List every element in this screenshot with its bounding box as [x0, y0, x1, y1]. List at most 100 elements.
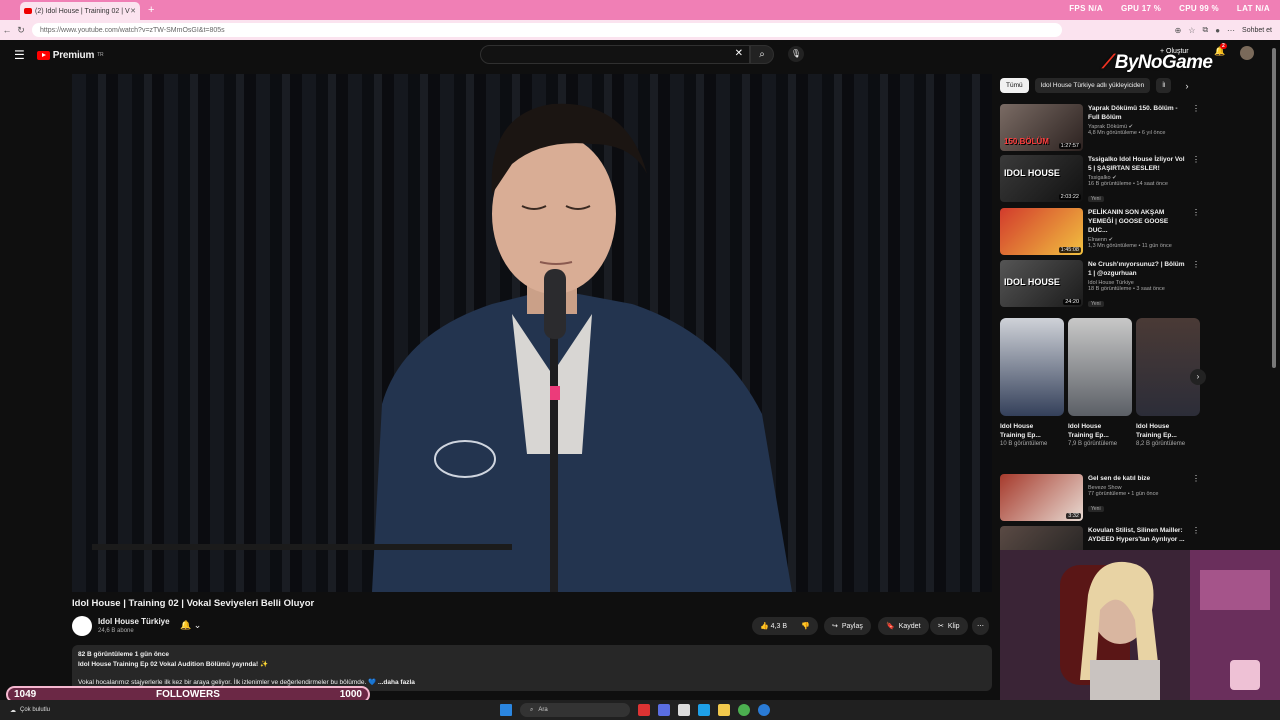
short-views: 8,2 B görüntüleme — [1136, 441, 1186, 447]
related-video[interactable]: 1:45:08 PELİKANIN SON AKŞAM YEMEĞİ | GOO… — [1000, 208, 1200, 255]
video-title: Idol House | Training 02 | Vokal Seviyel… — [72, 598, 315, 609]
related-title: Gel sen de katıl bize — [1088, 475, 1151, 482]
new-tab-button[interactable]: + — [148, 4, 154, 16]
performance-overlay: FPS N/A GPU 17 % CPU 99 % LAT N/A — [1069, 4, 1270, 13]
url-field[interactable]: https://www.youtube.com/watch?v=zTW-SMmO… — [32, 23, 1062, 37]
chip-from-uploader[interactable]: Idol House Türkiye adlı yükleyiciden — [1034, 78, 1151, 93]
description-meta: 82 B görüntüleme 1 gün önce — [78, 651, 170, 658]
video-thumbnail: IDOL HOUSE 24:20 — [1000, 260, 1083, 307]
short-meta: Idol House Training Ep... 10 B görüntüle… — [1000, 422, 1056, 449]
new-badge: Yeni — [1088, 196, 1104, 202]
thumbnail-text: IDOL HOUSE — [1004, 277, 1060, 287]
hamburger-menu-icon[interactable]: ☰ — [14, 48, 25, 62]
close-tab-icon[interactable]: ✕ — [130, 7, 136, 15]
account-avatar[interactable] — [1240, 46, 1254, 60]
shorts-shelf — [1000, 318, 1200, 416]
browser-tab[interactable]: (2) Idol House | Training 02 | V ✕ — [20, 2, 140, 20]
windows-start-icon[interactable] — [500, 704, 512, 716]
voice-search-button[interactable]: 🎙 — [788, 46, 804, 62]
more-vertical-icon[interactable]: ⋮ — [1192, 155, 1200, 164]
duration-badge: 1:45:08 — [1058, 247, 1081, 253]
edge-icon[interactable] — [698, 704, 710, 716]
description-line-1: Idol House Training Ep 02 Vokal Audition… — [78, 660, 269, 668]
refresh-icon[interactable]: ↻ — [14, 25, 28, 36]
weather-widget[interactable]: ☁ Çok bulutlu — [10, 707, 50, 714]
filter-chips: Tümü Idol House Türkiye adlı yükleyicide… — [1000, 78, 1188, 93]
short-thumbnail[interactable] — [1068, 318, 1132, 416]
browser-tab-bar: (2) Idol House | Training 02 | V ✕ + FPS… — [0, 0, 1280, 20]
short-title[interactable]: Idol House Training Ep... — [1136, 422, 1192, 440]
save-label: Kaydet — [898, 622, 921, 630]
short-thumbnail[interactable] — [1000, 318, 1064, 416]
extensions-icon[interactable]: ⧉ — [1202, 25, 1208, 35]
thumbs-up-icon: 👍 — [760, 623, 769, 630]
more-vertical-icon[interactable]: ⋮ — [1192, 526, 1200, 535]
folder-icon[interactable] — [718, 704, 730, 716]
youtube-logo[interactable]: Premium TR — [36, 50, 104, 61]
star-icon[interactable]: ☆ — [1188, 26, 1195, 35]
chip-related[interactable]: İl — [1156, 78, 1172, 93]
search-button[interactable]: ⌕ — [750, 45, 774, 64]
chevron-down-icon: ⌄ — [193, 620, 202, 630]
taskbar-search[interactable]: ⌕ Ara — [520, 703, 630, 717]
like-count: 4,3 B — [770, 623, 788, 630]
show-more-link[interactable]: ...daha fazla — [378, 679, 415, 686]
video-frame-illustration — [92, 103, 792, 592]
duration-badge: 3:32 — [1066, 513, 1081, 519]
thumbnail-text: IDOL HOUSE — [1004, 168, 1060, 178]
short-views: 7,9 B görüntüleme — [1068, 441, 1118, 447]
more-icon[interactable]: ⋯ — [1227, 26, 1235, 35]
video-player[interactable] — [72, 74, 992, 592]
shorts-next-button[interactable]: › — [1190, 369, 1206, 385]
short-title[interactable]: Idol House Training Ep... — [1000, 422, 1056, 440]
chrome-icon[interactable] — [738, 704, 750, 716]
short-meta: Idol House Training Ep... 7,9 B görüntül… — [1068, 422, 1124, 449]
address-bar-row: ← ↻ https://www.youtube.com/watch?v=zTW-… — [0, 20, 1280, 40]
search-input[interactable]: ✕ — [480, 45, 750, 64]
thumbnail-text: 150.BÖLÜM — [1004, 137, 1049, 146]
back-icon[interactable]: ← — [0, 25, 14, 35]
cloud-icon: ☁ — [10, 707, 16, 714]
more-vertical-icon[interactable]: ⋮ — [1192, 474, 1200, 483]
app-icon[interactable] — [678, 704, 690, 716]
more-vertical-icon[interactable]: ⋮ — [1192, 260, 1200, 269]
notifications-button[interactable]: 🔔 2 — [1214, 43, 1227, 57]
weather-label: Çok bulutlu — [20, 707, 51, 713]
more-vertical-icon[interactable]: ⋮ — [1192, 104, 1200, 113]
like-button[interactable]: 👍 4,3 B — [760, 622, 787, 630]
logo-region: TR — [97, 52, 104, 58]
short-thumbnail[interactable] — [1136, 318, 1200, 416]
app-icon[interactable] — [758, 704, 770, 716]
profile-icon[interactable]: ● — [1215, 26, 1220, 35]
chat-button[interactable]: Sohbet et — [1242, 27, 1272, 34]
channel-name[interactable]: Idol House Türkiye — [98, 617, 170, 626]
dislike-button[interactable]: 👎 — [801, 622, 810, 630]
channel-avatar[interactable] — [72, 616, 92, 636]
description-box[interactable]: 82 B görüntüleme 1 gün önce Idol House T… — [72, 645, 992, 691]
related-video[interactable]: 3:32 Gel sen de katıl bize Beveze Show 7… — [1000, 474, 1200, 521]
brand-part-a: By — [1114, 52, 1139, 73]
app-icon[interactable] — [658, 704, 670, 716]
more-vertical-icon[interactable]: ⋮ — [1192, 208, 1200, 217]
more-horizontal-icon: ⋯ — [977, 623, 984, 630]
search-icon: ⌕ — [530, 706, 534, 713]
microphone-icon: 🎙 — [790, 49, 802, 58]
subscription-bell-button[interactable]: 🔔 ⌄ — [180, 620, 201, 631]
page-scrollbar[interactable] — [1272, 48, 1276, 368]
chip-all[interactable]: Tümü — [1000, 78, 1029, 93]
video-thumbnail: 150.BÖLÜM 1:27:57 — [1000, 104, 1083, 151]
duration-badge: 1:27:57 — [1058, 143, 1081, 149]
more-actions-button[interactable]: ⋯ — [972, 617, 989, 635]
share-button[interactable]: ↪ Paylaş — [824, 617, 871, 635]
related-video[interactable]: 150.BÖLÜM 1:27:57 Yaprak Dökümü 150. Böl… — [1000, 104, 1200, 151]
app-icon[interactable] — [638, 704, 650, 716]
short-title[interactable]: Idol House Training Ep... — [1068, 422, 1124, 440]
clip-button[interactable]: ✂ Klip — [930, 617, 968, 635]
related-video[interactable]: IDOL HOUSE 2:03:22 Tssigalko Idol House … — [1000, 155, 1200, 205]
related-video[interactable]: IDOL HOUSE 24:20 Ne Crush'ınıyorsunuz? |… — [1000, 260, 1200, 310]
chevron-right-icon[interactable]: › — [1185, 81, 1188, 91]
save-button[interactable]: 🔖 Kaydet — [878, 617, 929, 635]
translate-icon[interactable]: ⊕ — [1175, 26, 1182, 35]
short-views: 10 B görüntüleme — [1000, 441, 1048, 447]
clear-search-icon[interactable]: ✕ — [735, 48, 743, 59]
